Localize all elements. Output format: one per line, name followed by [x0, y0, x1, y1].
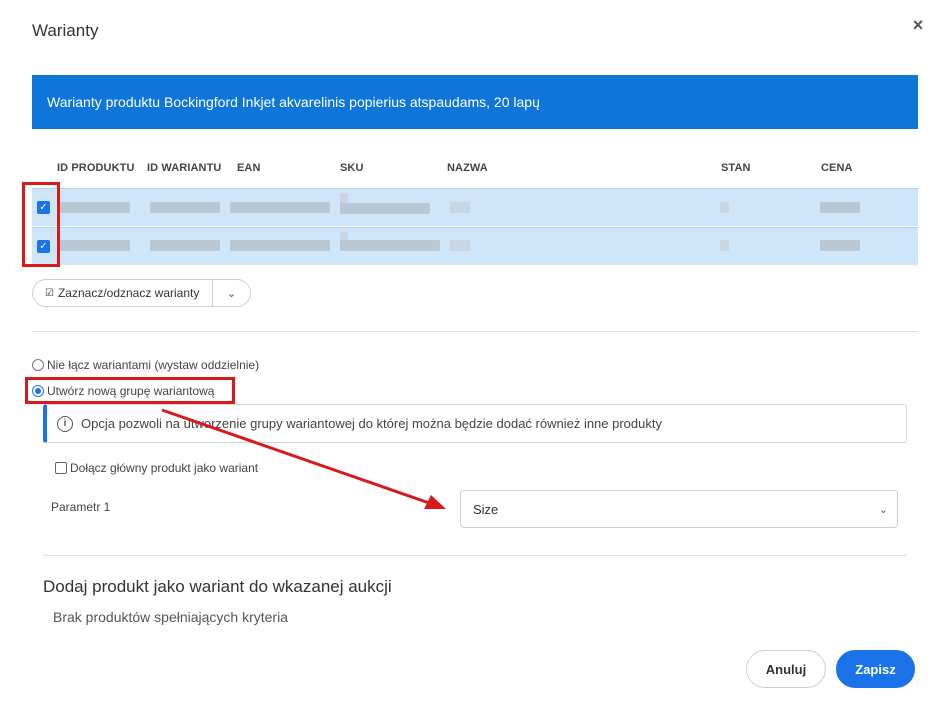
radio-no-merge[interactable]: Nie łącz wariantami (wystaw oddzielnie)	[32, 358, 259, 372]
table-row[interactable]: ✓	[32, 188, 918, 226]
parameter-select-value: Size	[473, 502, 499, 517]
redacted-name	[450, 240, 470, 251]
close-icon[interactable]: ×	[909, 15, 927, 35]
info-icon: i	[57, 415, 73, 432]
header-name: NAZWA	[447, 162, 488, 174]
parameter-label: Parametr 1	[51, 500, 111, 514]
radio-circle[interactable]	[32, 359, 44, 371]
redacted-ean	[230, 202, 330, 213]
info-text: Opcja pozwoli na utworzenie grupy warian…	[81, 416, 662, 431]
toggle-variants-button[interactable]: ☑ Zaznacz/odznacz warianty	[33, 280, 213, 306]
cancel-button[interactable]: Anuluj	[746, 650, 826, 688]
redacted-sku-line	[340, 203, 430, 214]
header-price: CENA	[821, 162, 853, 174]
checkbox-icon: ☑	[45, 287, 54, 299]
redacted-variant-id	[150, 240, 220, 251]
dialog-title: Warianty	[32, 21, 99, 40]
header-sku: SKU	[340, 162, 364, 174]
header-ean: EAN	[237, 162, 261, 174]
section-title: Dodaj produkt jako wariant do wkazanej a…	[43, 577, 392, 596]
header-stock: STAN	[721, 162, 751, 174]
redacted-product-id	[60, 202, 130, 213]
table-row[interactable]: ✓	[32, 227, 918, 265]
empty-message: Brak produktów spełniających kryteria	[53, 609, 288, 625]
include-main-checkbox[interactable]: Dołącz główny produkt jako wariant	[55, 461, 258, 475]
radio-no-merge-label: Nie łącz wariantami (wystaw oddzielnie)	[47, 358, 260, 372]
include-main-label: Dołącz główny produkt jako wariant	[70, 461, 259, 475]
chevron-down-icon: ⌄	[878, 504, 888, 516]
redacted-price	[820, 202, 860, 213]
checkbox-box[interactable]	[55, 462, 67, 474]
annotation-box-new-group	[25, 377, 235, 404]
info-alert: i Opcja pozwoli na utworzenie grupy wari…	[43, 404, 907, 443]
header-product-id: ID PRODUKTU	[57, 162, 135, 174]
save-button[interactable]: Zapisz	[836, 650, 915, 688]
header-variant-id: ID WARIANTU	[147, 162, 222, 174]
chevron-down-icon[interactable]: ⌄	[213, 287, 250, 300]
redacted-variant-id	[150, 202, 220, 213]
product-banner: Warianty produktu Bockingford Inkjet akv…	[32, 75, 918, 129]
redacted-price	[820, 240, 860, 251]
annotation-box-checkboxes	[22, 182, 60, 267]
redacted-stock	[720, 202, 729, 213]
divider	[32, 331, 918, 332]
redacted-ean	[230, 240, 330, 251]
redacted-name	[450, 202, 470, 213]
toggle-variants-label: Zaznacz/odznacz warianty	[57, 286, 200, 300]
divider	[43, 555, 907, 556]
toggle-variants-button-group: ☑ Zaznacz/odznacz warianty ⌄	[32, 279, 251, 307]
redacted-product-id	[60, 240, 130, 251]
parameter-select[interactable]: Size ⌄	[460, 490, 898, 528]
annotation-arrow-head	[424, 495, 446, 509]
variants-dialog: Warianty × Warianty produktu Bockingford…	[0, 0, 949, 702]
redacted-stock	[720, 240, 729, 251]
redacted-sku-line	[340, 240, 440, 251]
